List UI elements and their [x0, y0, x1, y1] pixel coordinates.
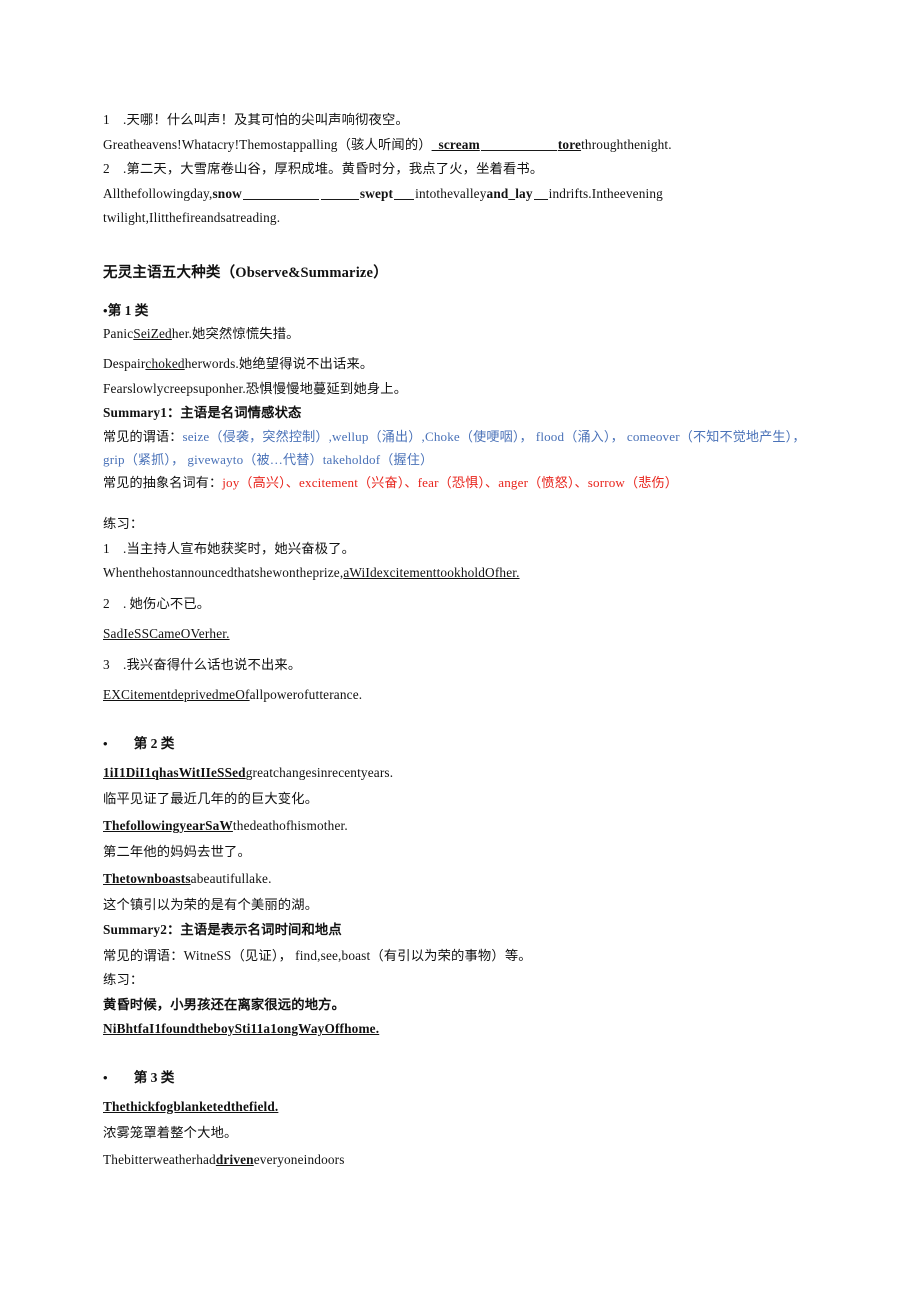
intro-item-1-english: Greatheavens!Whatacry!Themostappalling（骇…: [103, 133, 820, 158]
intro-item-1-answer-2: tore: [557, 136, 582, 152]
category-1-practice-1-chinese: 1 .当主持人宣布她获奖时，她兴奋极了。: [103, 537, 820, 562]
category-1-practice-2-chinese: 2 . 她伤心不已。: [103, 592, 820, 617]
practice-number: 3: [103, 656, 110, 672]
example-text: Panic: [103, 325, 134, 341]
practice-chinese: .当主持人宣布她获奖时，她兴奋极了。: [123, 540, 356, 556]
example-text: Thebitterweatherhad: [103, 1151, 216, 1167]
practice-chinese: . 她伤心不已。: [123, 595, 211, 611]
bullet-icon: •: [103, 735, 108, 751]
practice-answer-pre: Whenthehostannouncedthatshewontheprize,: [103, 565, 344, 580]
summary-1-predicates-text: seize（侵袭，突然控制）,wellup（涌出）,Choke（使哽咽）， fl…: [103, 429, 806, 467]
intro-item-2-english: Allthefollowingday,snow swept intothevalle…: [103, 182, 820, 207]
intro-item-2-answer-2: swept: [359, 185, 394, 201]
practice-answer: EXCitementdeprivedmeOf: [103, 687, 250, 702]
summary-1-nouns-text: joy（高兴）、excitement（兴奋）、fear（恐惧）、anger（愤怒…: [222, 475, 679, 490]
example-text: greatchangesinrecentyears.: [245, 764, 394, 780]
intro-item-1-blank: [480, 137, 557, 151]
intro-item-2-english-pre: Allthefollowingday,: [103, 185, 213, 201]
category-2-practice-chinese: 黄昏时候，小男孩还在离家很远的地方。: [103, 996, 346, 1012]
category-2-example-2: ThefollowingyearSaWthedeathofhismother.: [103, 814, 820, 839]
category-2-example-1-translation: 临平见证了最近几年的的巨大变化。: [103, 791, 319, 806]
intro-item-1-english-post: throughthenight.: [581, 136, 672, 152]
summary-2-predicates: 常见的谓语：WitneSS（见证）， find,see,boast（有引以为荣的…: [103, 947, 532, 963]
category-1-example-1: PanicSeiZedher.她突然惊慌失措。: [103, 322, 820, 347]
document-page: 1 .天哪！什么叫声！及其可怕的尖叫声响彻夜空。 Greatheavens!Wha…: [0, 0, 920, 1301]
bullet-icon: •: [103, 1069, 108, 1085]
summary-1-predicates-lead: 常见的谓语：: [103, 429, 183, 444]
category-1-practice-label: 练习：: [103, 516, 144, 531]
category-3-example-2: Thebitterweatherhaddriveneveryoneindoors: [103, 1148, 820, 1173]
intro-item-2-english-post: indrifts.Intheevening: [548, 185, 663, 201]
category-2-example-3: Thetownboastsabeautifullake.: [103, 867, 820, 892]
example-keyword: driven: [215, 1151, 254, 1167]
example-translation: herwords.她绝望得说不出话来。: [184, 356, 374, 371]
intro-item-2-blank-1: [242, 186, 319, 200]
category-1-practice-3-chinese: 3 .我兴奋得什么话也说不出来。: [103, 653, 820, 678]
summary-1-nouns: 常见的抽象名词有：joy（高兴）、excitement（兴奋）、fear（恐惧）…: [103, 471, 820, 494]
category-1-example-3: Fearslowlycreepsuponher.恐惧慢慢地蔓延到她身上。: [103, 380, 408, 396]
example-text: thedeathofhismother.: [232, 817, 348, 833]
category-3-example-1-translation: 浓雾笼罩着整个大地。: [103, 1125, 238, 1140]
category-2-example-2-translation: 第二年他的妈妈去世了。: [103, 844, 251, 859]
category-1-practice-3-answer: EXCitementdeprivedmeOfallpowerofutteranc…: [103, 683, 820, 708]
example-keyword: SeiZed: [133, 325, 172, 341]
example-text: Despair: [103, 356, 146, 371]
intro-item-2-english-mid: intothevalley: [415, 185, 487, 201]
category-2-practice-label: 练习：: [103, 972, 144, 987]
category-2-example-1: 1iI1DiI1qhasWitIIeSSedgreatchangesinrece…: [103, 761, 820, 786]
category-2-label: 第 2 类: [133, 735, 175, 751]
category-1-label: 第 1 类: [107, 302, 149, 318]
category-3-heading: • 第 3 类: [103, 1066, 820, 1089]
intro-item-2-chinese: 2 .第二天，大雪席卷山谷，厚积成堆。黄昏时分，我点了火，坐着看书。: [103, 157, 820, 182]
example-keyword: 1iI1DiI1qhasWitIIeSSed: [103, 764, 246, 780]
summary-1-nouns-lead: 常见的抽象名词有：: [103, 475, 223, 490]
practice-number: 1: [103, 540, 110, 556]
category-3-example-1: Thethickfogblanketedthefield.: [103, 1098, 279, 1114]
category-3-label: 第 3 类: [133, 1069, 175, 1085]
practice-answer: SadIeSSCameOVerher.: [103, 626, 230, 641]
practice-number: 2: [103, 595, 110, 611]
category-1-example-2: Despairchokedherwords.她绝望得说不出话来。: [103, 352, 820, 377]
intro-item-1-answer-1: _scream: [431, 136, 480, 152]
intro-item-2-english-line2: twilight,Ilitthefireandsatreading.: [103, 210, 281, 225]
summary-1-predicates: 常见的谓语：seize（侵袭，突然控制）,wellup（涌出）,Choke（使哽…: [103, 425, 820, 471]
document-body: 1 .天哪！什么叫声！及其可怕的尖叫声响彻夜空。 Greatheavens!Wha…: [103, 108, 820, 1172]
category-2-heading: • 第 2 类: [103, 732, 820, 755]
intro-item-2-chinese-text: .第二天，大雪席卷山谷，厚积成堆。黄昏时分，我点了火，坐着看书。: [123, 161, 544, 176]
intro-item-2-blank-3: [394, 186, 415, 200]
category-2-practice-answer: NiBhtfaI1foundtheboySti11a1ongWayOffhome…: [103, 1021, 380, 1036]
summary-1-label: Summary1：主语是名词情感状态: [103, 405, 302, 420]
intro-item-2-blank-4: [533, 186, 548, 200]
page-title: 无灵主语五大种类（Observe&Summarize）: [103, 264, 388, 281]
example-keyword: choked: [145, 356, 185, 371]
intro-item-1-number: 1: [103, 112, 110, 127]
intro-item-2-number: 2: [103, 161, 110, 176]
practice-answer-post: allpowerofutterance.: [249, 687, 363, 702]
intro-item-2-answer-1: snow: [212, 185, 242, 201]
practice-answer: aWiIdexcitementtookholdOfher.: [343, 565, 520, 580]
category-1-practice-2-answer: SadIeSSCameOVerher.: [103, 622, 820, 647]
practice-chinese: .我兴奋得什么话也说不出来。: [123, 656, 302, 672]
example-text: everyoneindoors: [253, 1151, 345, 1167]
intro-item-2-blank-2: [320, 186, 359, 200]
intro-item-2-answer-3: and_lay: [486, 185, 533, 201]
intro-item-1-english-pre: Greatheavens!Whatacry!Themostappalling（骇…: [103, 136, 432, 152]
example-keyword: Thetownboasts: [103, 870, 191, 886]
example-translation: her.她突然惊慌失措。: [171, 325, 300, 341]
intro-item-1-chinese: 1 .天哪！什么叫声！及其可怕的尖叫声响彻夜空。: [103, 108, 820, 133]
example-keyword: ThefollowingyearSaW: [103, 817, 233, 833]
example-text: abeautifullake.: [190, 870, 272, 886]
category-1-practice-1-answer: Whenthehostannouncedthatshewontheprize,a…: [103, 561, 820, 586]
category-1-heading: •第 1 类: [103, 299, 820, 322]
summary-2-label: Summary2：主语是表示名词时间和地点: [103, 921, 342, 937]
category-2-example-3-translation: 这个镇引以为荣的是有个美丽的湖。: [103, 897, 319, 912]
intro-item-1-chinese-text: .天哪！什么叫声！及其可怕的尖叫声响彻夜空。: [123, 112, 409, 127]
